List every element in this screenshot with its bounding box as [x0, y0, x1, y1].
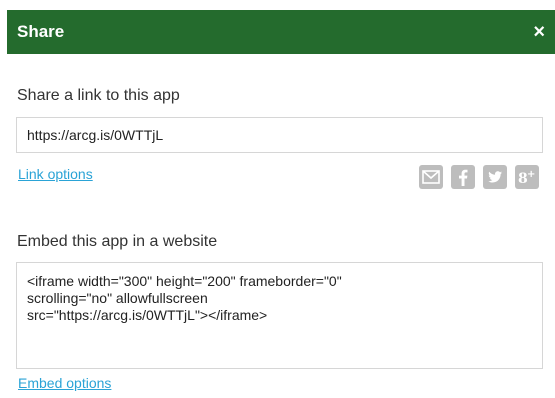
google-plus-icon[interactable]: 8 + [515, 165, 539, 189]
svg-text:+: + [527, 169, 535, 180]
embed-heading: Embed this app in a website [17, 233, 218, 250]
embed-options-link[interactable]: Embed options [18, 375, 111, 391]
email-icon[interactable] [419, 165, 443, 189]
embed-code-textarea[interactable]: <iframe width="300" height="200" framebo… [16, 262, 543, 369]
share-link-heading: Share a link to this app [17, 87, 180, 104]
share-dialog: Share × Share a link to this app Link op… [0, 0, 555, 398]
share-url-input[interactable] [16, 117, 543, 153]
twitter-icon[interactable] [483, 165, 507, 189]
dialog-header: Share × [7, 10, 555, 54]
facebook-icon[interactable] [451, 165, 475, 189]
link-options-link[interactable]: Link options [18, 166, 93, 182]
dialog-title: Share [17, 22, 65, 41]
close-icon[interactable]: × [533, 10, 545, 54]
